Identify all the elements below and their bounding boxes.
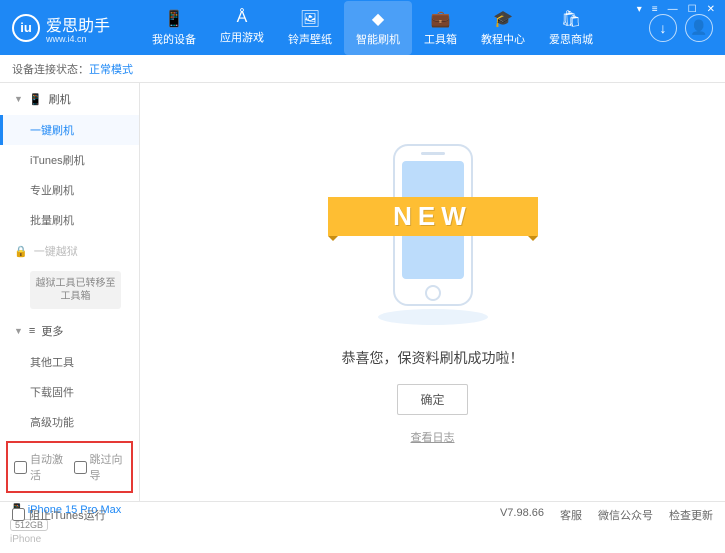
confirm-button[interactable]: 确定	[397, 384, 467, 415]
success-message: 恭喜您，保资料刷机成功啦！	[342, 348, 524, 368]
nav-flash[interactable]: ◆智能刷机	[344, 1, 412, 55]
options-highlighted-box: 自动激活 跳过向导	[6, 441, 133, 493]
device-type: iPhone	[10, 534, 129, 545]
sidebar-item-itunes-flash[interactable]: iTunes刷机	[0, 145, 139, 175]
mobile-icon: 📱	[29, 93, 43, 106]
auto-activate-checkbox[interactable]: 自动激活	[14, 451, 66, 483]
sidebar-item-other-tools[interactable]: 其他工具	[0, 347, 139, 377]
status-mode: 正常模式	[89, 61, 133, 77]
sidebar-item-pro-flash[interactable]: 专业刷机	[0, 175, 139, 205]
lock-icon: 🔒	[14, 245, 28, 258]
flash-icon: ◆	[356, 9, 400, 29]
sidebar-section-jailbreak: 🔒 一键越狱	[0, 235, 139, 267]
tutorial-icon: 🎓	[481, 9, 525, 29]
nav-store[interactable]: 🛍爱思商城	[537, 1, 605, 55]
skip-wizard-checkbox[interactable]: 跳过向导	[74, 451, 126, 483]
nav-tutorials[interactable]: 🎓教程中心	[469, 1, 537, 55]
chevron-icon: ▼	[14, 94, 23, 104]
status-bar: 设备连接状态： 正常模式	[0, 55, 725, 83]
apps-icon: Å	[220, 9, 264, 27]
footer-support[interactable]: 客服	[560, 507, 582, 523]
menu-icon[interactable]: ▾	[633, 2, 646, 17]
footer-update[interactable]: 检查更新	[669, 507, 713, 523]
nav-apps[interactable]: Å应用游戏	[208, 1, 276, 55]
wallpaper-icon: 🖼	[288, 9, 332, 29]
version-label: V7.98.66	[500, 507, 544, 523]
sidebar-item-advanced[interactable]: 高级功能	[0, 407, 139, 437]
toolbox-icon: 💼	[424, 9, 457, 29]
sidebar-item-onekey-flash[interactable]: 一键刷机	[0, 115, 139, 145]
user-button[interactable]: 👤	[685, 14, 713, 42]
close-icon[interactable]: ✕	[703, 2, 719, 17]
sidebar-section-more[interactable]: ▼ ≡ 更多	[0, 315, 139, 347]
more-icon: ≡	[29, 325, 35, 337]
success-illustration: NEW	[358, 139, 508, 334]
chevron-icon: ▼	[14, 326, 23, 336]
app-name: 爱思助手	[46, 12, 110, 36]
sidebar-section-flash[interactable]: ▼ 📱 刷机	[0, 83, 139, 115]
sidebar-item-batch-flash[interactable]: 批量刷机	[0, 205, 139, 235]
device-icon: 📱	[152, 9, 196, 29]
app-logo: iu 爱思助手 www.i4.cn	[12, 12, 110, 44]
new-badge: NEW	[328, 197, 538, 236]
store-icon: 🛍	[549, 9, 593, 29]
footer-wechat[interactable]: 微信公众号	[598, 507, 653, 523]
nav-my-device[interactable]: 📱我的设备	[140, 1, 208, 55]
logo-icon: iu	[12, 14, 40, 42]
sidebar-item-download-firmware[interactable]: 下载固件	[0, 377, 139, 407]
tools-icon[interactable]: ≡	[648, 2, 662, 17]
nav-toolbox[interactable]: 💼工具箱	[412, 1, 469, 55]
view-log-link[interactable]: 查看日志	[411, 429, 455, 445]
status-label: 设备连接状态：	[12, 61, 89, 77]
jailbreak-note: 越狱工具已转移至工具箱	[30, 271, 121, 309]
nav-ringtones[interactable]: 🖼铃声壁纸	[276, 1, 344, 55]
minimize-icon[interactable]: —	[664, 2, 682, 17]
app-url: www.i4.cn	[46, 34, 110, 44]
download-button[interactable]: ↓	[649, 14, 677, 42]
maximize-icon[interactable]: ☐	[684, 2, 701, 17]
block-itunes-checkbox[interactable]: 阻止iTunes运行	[12, 507, 106, 523]
